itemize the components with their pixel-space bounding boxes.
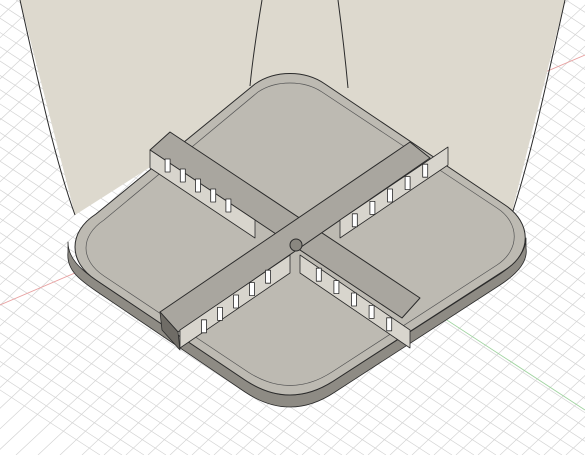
wall-slot: [386, 317, 393, 332]
viewport-canvas[interactable]: [0, 0, 585, 455]
wall-slot: [351, 292, 357, 307]
wall-slot: [315, 267, 322, 282]
wall-slot: [265, 269, 271, 284]
wall-slot: [217, 306, 223, 321]
wall-slot: [225, 198, 232, 213]
wall-slot: [195, 178, 201, 193]
center-hole-icon[interactable]: [289, 238, 303, 252]
wall-slot: [369, 200, 376, 215]
wall-slot: [201, 319, 207, 334]
wall-slot: [233, 294, 239, 309]
wall-slot: [249, 282, 255, 297]
wall-slot: [210, 188, 217, 203]
wall-slot: [179, 168, 186, 183]
wall-slot: [333, 280, 340, 295]
model-body[interactable]: [19, 0, 566, 408]
wall-slot: [387, 188, 393, 203]
wall-slot: [368, 304, 375, 319]
wall-slot: [351, 213, 358, 228]
grid-line: [565, 436, 585, 455]
wall-slot: [164, 158, 171, 173]
wall-slot: [422, 163, 429, 178]
wall-slot: [404, 176, 411, 191]
grid-line: [565, 0, 585, 13]
3d-viewport[interactable]: [0, 0, 585, 455]
